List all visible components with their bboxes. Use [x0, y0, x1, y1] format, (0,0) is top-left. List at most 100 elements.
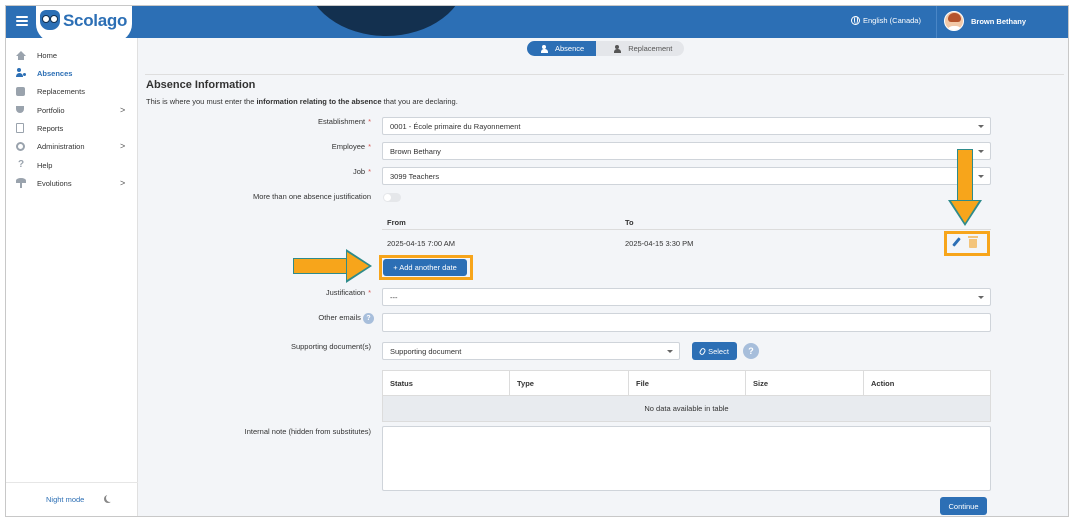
required-mark: * [368, 117, 371, 126]
sidebar-item-label: Administration [37, 141, 85, 151]
select-value: Brown Bethany [390, 146, 441, 156]
paperclip-icon [698, 346, 707, 356]
multi-justification-label: More than one absence justification [253, 192, 371, 201]
user-icon [614, 44, 623, 53]
page-title: Absence Information [146, 79, 256, 91]
user-name[interactable]: Brown Bethany [971, 17, 1026, 26]
sidebar: Home Absences Replacements Portfolio > R… [6, 38, 138, 516]
supporting-document-select[interactable]: Supporting document [382, 342, 680, 360]
step-replacement[interactable]: Replacement [596, 41, 685, 56]
chevron-right-icon: > [120, 141, 126, 151]
trophy-icon [16, 105, 24, 113]
sidebar-item-label: Portfolio [37, 105, 65, 115]
sidebar-item-portfolio[interactable]: Portfolio > [6, 103, 138, 117]
annotation-arrow-right [293, 249, 373, 283]
required-mark: * [368, 288, 371, 297]
sidebar-item-label: Replacements [37, 86, 85, 96]
sidebar-item-evolutions[interactable]: Evolutions > [6, 176, 138, 190]
language-label: English (Canada) [863, 16, 921, 25]
select-file-button[interactable]: Select [692, 342, 737, 360]
table-row: 2025-04-15 7:00 AM 2025-04-15 3:30 PM [382, 231, 991, 253]
home-icon [16, 50, 26, 60]
table-empty-message: No data available in table [383, 396, 990, 421]
step-absence[interactable]: Absence [527, 41, 604, 56]
sidebar-item-label: Help [37, 160, 53, 170]
job-select[interactable]: 3099 Teachers [382, 167, 991, 185]
chevron-right-icon: > [120, 105, 126, 115]
other-emails-label: Other emails ? [318, 313, 374, 324]
employee-select[interactable]: Brown Bethany [382, 142, 991, 160]
sidebar-item-administration[interactable]: Administration > [6, 139, 138, 153]
sidebar-item-label: Reports [37, 123, 64, 133]
owl-logo-icon [40, 10, 60, 30]
question-icon: ? [17, 159, 25, 170]
documents-table: Status Type File Size Action No data ava… [382, 370, 991, 422]
select-value: --- [390, 292, 398, 302]
sidebar-item-home[interactable]: Home [6, 48, 138, 62]
globe-icon [851, 16, 860, 25]
select-value: 3099 Teachers [390, 171, 440, 181]
top-bar: Scolago English (Canada) Brown Bethany [6, 6, 1068, 38]
main-content: Absence Replacement Absence Information … [139, 38, 1068, 516]
internal-note-label: Internal note (hidden from substitutes) [244, 427, 371, 436]
from-header: From [387, 218, 406, 227]
divider [145, 74, 1064, 75]
column-file[interactable]: File [629, 371, 746, 396]
sidebar-item-reports[interactable]: Reports [6, 121, 138, 135]
avatar[interactable] [944, 11, 964, 31]
sidebar-footer-divider [6, 482, 138, 483]
caret-down-icon [667, 350, 673, 353]
documents-table-header: Status Type File Size Action [383, 371, 990, 396]
logo[interactable]: Scolago [36, 6, 132, 38]
to-header: To [625, 218, 634, 227]
sidebar-item-help[interactable]: ? Help [6, 158, 138, 172]
other-emails-input[interactable] [382, 313, 991, 332]
multi-justification-toggle[interactable] [383, 193, 401, 202]
sidebar-item-label: Home [37, 50, 58, 60]
column-action[interactable]: Action [864, 371, 990, 396]
caret-down-icon [978, 125, 984, 128]
brand-name: Scolago [63, 11, 128, 30]
establishment-label: Establishment * [317, 117, 371, 126]
replacement-icon [16, 86, 25, 96]
column-type[interactable]: Type [510, 371, 629, 396]
column-size[interactable]: Size [746, 371, 864, 396]
night-mode-toggle[interactable]: Night mode [46, 495, 84, 504]
app-window: Scolago English (Canada) Brown Bethany H… [5, 5, 1069, 517]
supporting-docs-label: Supporting document(s) [290, 342, 371, 351]
employee-label: Employee * [331, 142, 371, 151]
date-to: 2025-04-15 3:30 PM [625, 239, 694, 248]
header-separator [936, 6, 937, 38]
date-from: 2025-04-15 7:00 AM [387, 239, 455, 248]
caret-down-icon [978, 175, 984, 178]
step-label: Absence [555, 44, 585, 53]
add-another-date-button[interactable]: + Add another date [383, 259, 467, 276]
column-status[interactable]: Status [383, 371, 510, 396]
justification-label: Justification * [325, 288, 371, 297]
sidebar-item-absences[interactable]: Absences [6, 66, 138, 80]
menu-icon[interactable] [16, 16, 28, 26]
annotation-arrow-down [948, 149, 982, 229]
moon-icon[interactable] [106, 494, 114, 502]
user-icon [541, 44, 550, 53]
establishment-select[interactable]: 0001 - École primaire du Rayonnement [382, 117, 991, 135]
step-label: Replacement [628, 44, 673, 53]
dates-table-header: From To [382, 212, 991, 230]
edit-pencil-icon[interactable] [951, 237, 962, 248]
header-decoration [306, 6, 466, 36]
internal-note-textarea[interactable] [382, 426, 991, 491]
user-absence-icon [16, 68, 27, 78]
sidebar-item-label: Absences [37, 68, 73, 78]
sidebar-item-replacements[interactable]: Replacements [6, 84, 138, 98]
chevron-right-icon: > [120, 178, 126, 188]
help-icon[interactable]: ? [363, 313, 374, 324]
trash-icon[interactable] [968, 236, 978, 248]
select-value: 0001 - École primaire du Rayonnement [390, 121, 521, 131]
caret-down-icon [978, 150, 984, 153]
justification-select[interactable]: --- [382, 288, 991, 306]
language-selector[interactable]: English (Canada) [851, 16, 921, 25]
sprout-icon [16, 178, 26, 188]
continue-button[interactable]: Continue [940, 497, 987, 515]
help-icon[interactable]: ? [743, 343, 759, 359]
required-mark: * [368, 167, 371, 176]
